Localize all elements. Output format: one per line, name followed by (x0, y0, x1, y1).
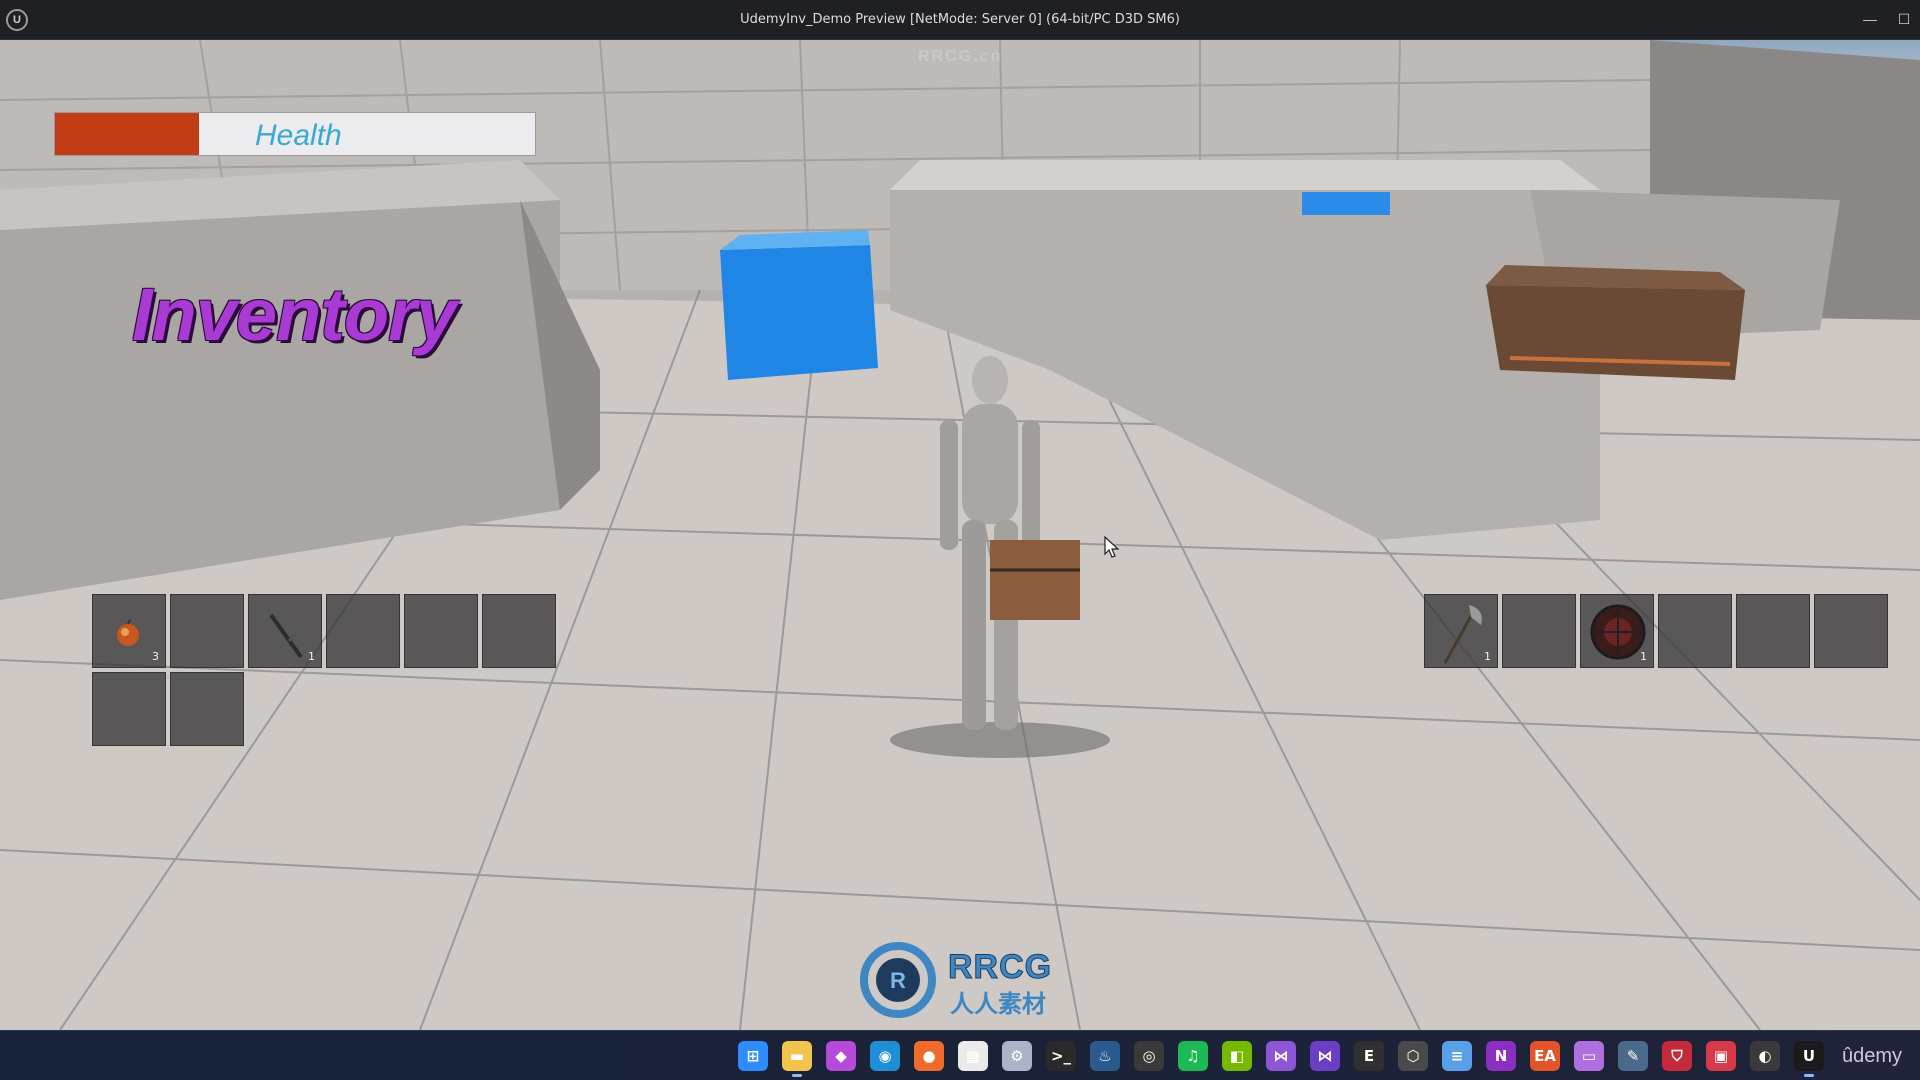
inventory-left-slot[interactable] (170, 594, 244, 668)
github-icon[interactable]: ◐ (1750, 1041, 1780, 1071)
inventory-grid-left: 31 (92, 594, 556, 746)
app-red-icon[interactable]: ▣ (1706, 1041, 1736, 1071)
settings-icon[interactable]: ⚙ (1002, 1041, 1032, 1071)
visual-studio-icon[interactable]: ⋈ (1266, 1041, 1296, 1071)
svg-text:R: R (890, 968, 906, 993)
blue-cube-front (720, 245, 878, 380)
windows-start-icon[interactable]: ⊞ (738, 1041, 768, 1071)
app-icon-1[interactable]: ◆ (826, 1041, 856, 1071)
steam-icon[interactable]: ♨ (1090, 1041, 1120, 1071)
unity-icon[interactable]: ⬡ (1398, 1041, 1428, 1071)
inventory-right-slot[interactable] (1658, 594, 1732, 668)
spotify-icon[interactable]: ♫ (1178, 1041, 1208, 1071)
firefox-icon[interactable]: ● (914, 1041, 944, 1071)
inventory-grid-right: 11 (1424, 594, 1888, 668)
slot-quantity: 1 (1484, 650, 1491, 663)
mouse-cursor-icon (1104, 536, 1120, 558)
watermark-brand: RRCG (947, 948, 1053, 987)
inventory-left-slot[interactable] (92, 672, 166, 746)
watermark-sub: 人人素材 (950, 990, 1046, 1018)
blue-cube-far (1302, 192, 1390, 215)
level-scene (0, 40, 1920, 1030)
health-bar-fill (55, 113, 199, 155)
notes-icon[interactable]: ✎ (1618, 1041, 1648, 1071)
onenote-icon[interactable]: N (1486, 1041, 1516, 1071)
health-bar: Health (54, 112, 536, 156)
notepad-icon[interactable]: ≡ (1442, 1041, 1472, 1071)
inventory-right-slot[interactable]: 1 (1580, 594, 1654, 668)
health-label: Health (255, 119, 342, 152)
slot-quantity: 3 (152, 650, 159, 663)
nvidia-icon[interactable]: ◧ (1222, 1041, 1252, 1071)
store-icon[interactable]: ▦ (958, 1041, 988, 1071)
rrcg-logo-icon: R (860, 942, 936, 1018)
visual-studio-2-icon[interactable]: ⋈ (1310, 1041, 1340, 1071)
watermark-faint-top: RRCG.cn (918, 48, 1003, 65)
inventory-left-slot[interactable] (482, 594, 556, 668)
obs-icon[interactable]: ◎ (1134, 1041, 1164, 1071)
inventory-right-slot[interactable] (1736, 594, 1810, 668)
slot-quantity: 1 (1640, 650, 1647, 663)
window-title: UdemyInv_Demo Preview [NetMode: Server 0… (740, 12, 1180, 27)
inventory-left-slot[interactable] (404, 594, 478, 668)
inventory-left-slot[interactable] (326, 594, 400, 668)
inventory-right-slot[interactable]: 1 (1424, 594, 1498, 668)
game-viewport[interactable]: Health Inventory 31 11 RRCG.cn (0, 40, 1920, 1030)
middle-block-top (890, 160, 1600, 190)
window-title-bar: U UdemyInv_Demo Preview [NetMode: Server… (0, 0, 1920, 40)
inventory-right-slot[interactable] (1814, 594, 1888, 668)
unreal-engine-icon[interactable]: U (1794, 1041, 1824, 1077)
udemy-watermark: ûdemy (1842, 1045, 1903, 1067)
file-explorer-icon[interactable]: ▬ (782, 1041, 812, 1077)
terminal-icon[interactable]: >_ (1046, 1041, 1076, 1071)
epic-games-icon[interactable]: E (1354, 1041, 1384, 1071)
taskbar: ûdemy ⊞ ▬ ◆ ◉ ● ▦ ⚙ >_ ♨ ◎ ♫ ◧ ⋈ ⋈ E ⬡ ≡ N EA ▭ ✎ ⛉ ▣ ◐ U (0, 1030, 1920, 1080)
inventory-left-slot[interactable] (170, 672, 244, 746)
slot-quantity: 1 (308, 650, 315, 663)
inventory-left-slot[interactable]: 3 (92, 594, 166, 668)
folder-purple-icon[interactable]: ▭ (1574, 1041, 1604, 1071)
inventory-left-slot[interactable]: 1 (248, 594, 322, 668)
maximize-button[interactable]: ☐ (1890, 8, 1918, 30)
inventory-right-slot[interactable] (1502, 594, 1576, 668)
inventory-title: Inventory (132, 273, 457, 356)
rrcg-watermark: R RRCG 人人素材 (858, 940, 1068, 1030)
chest-body (1486, 285, 1745, 380)
minimize-button[interactable]: — (1856, 8, 1884, 30)
shield-app-icon[interactable]: ⛉ (1662, 1041, 1692, 1071)
edge-icon[interactable]: ◉ (870, 1041, 900, 1071)
ea-icon[interactable]: EA (1530, 1041, 1560, 1071)
